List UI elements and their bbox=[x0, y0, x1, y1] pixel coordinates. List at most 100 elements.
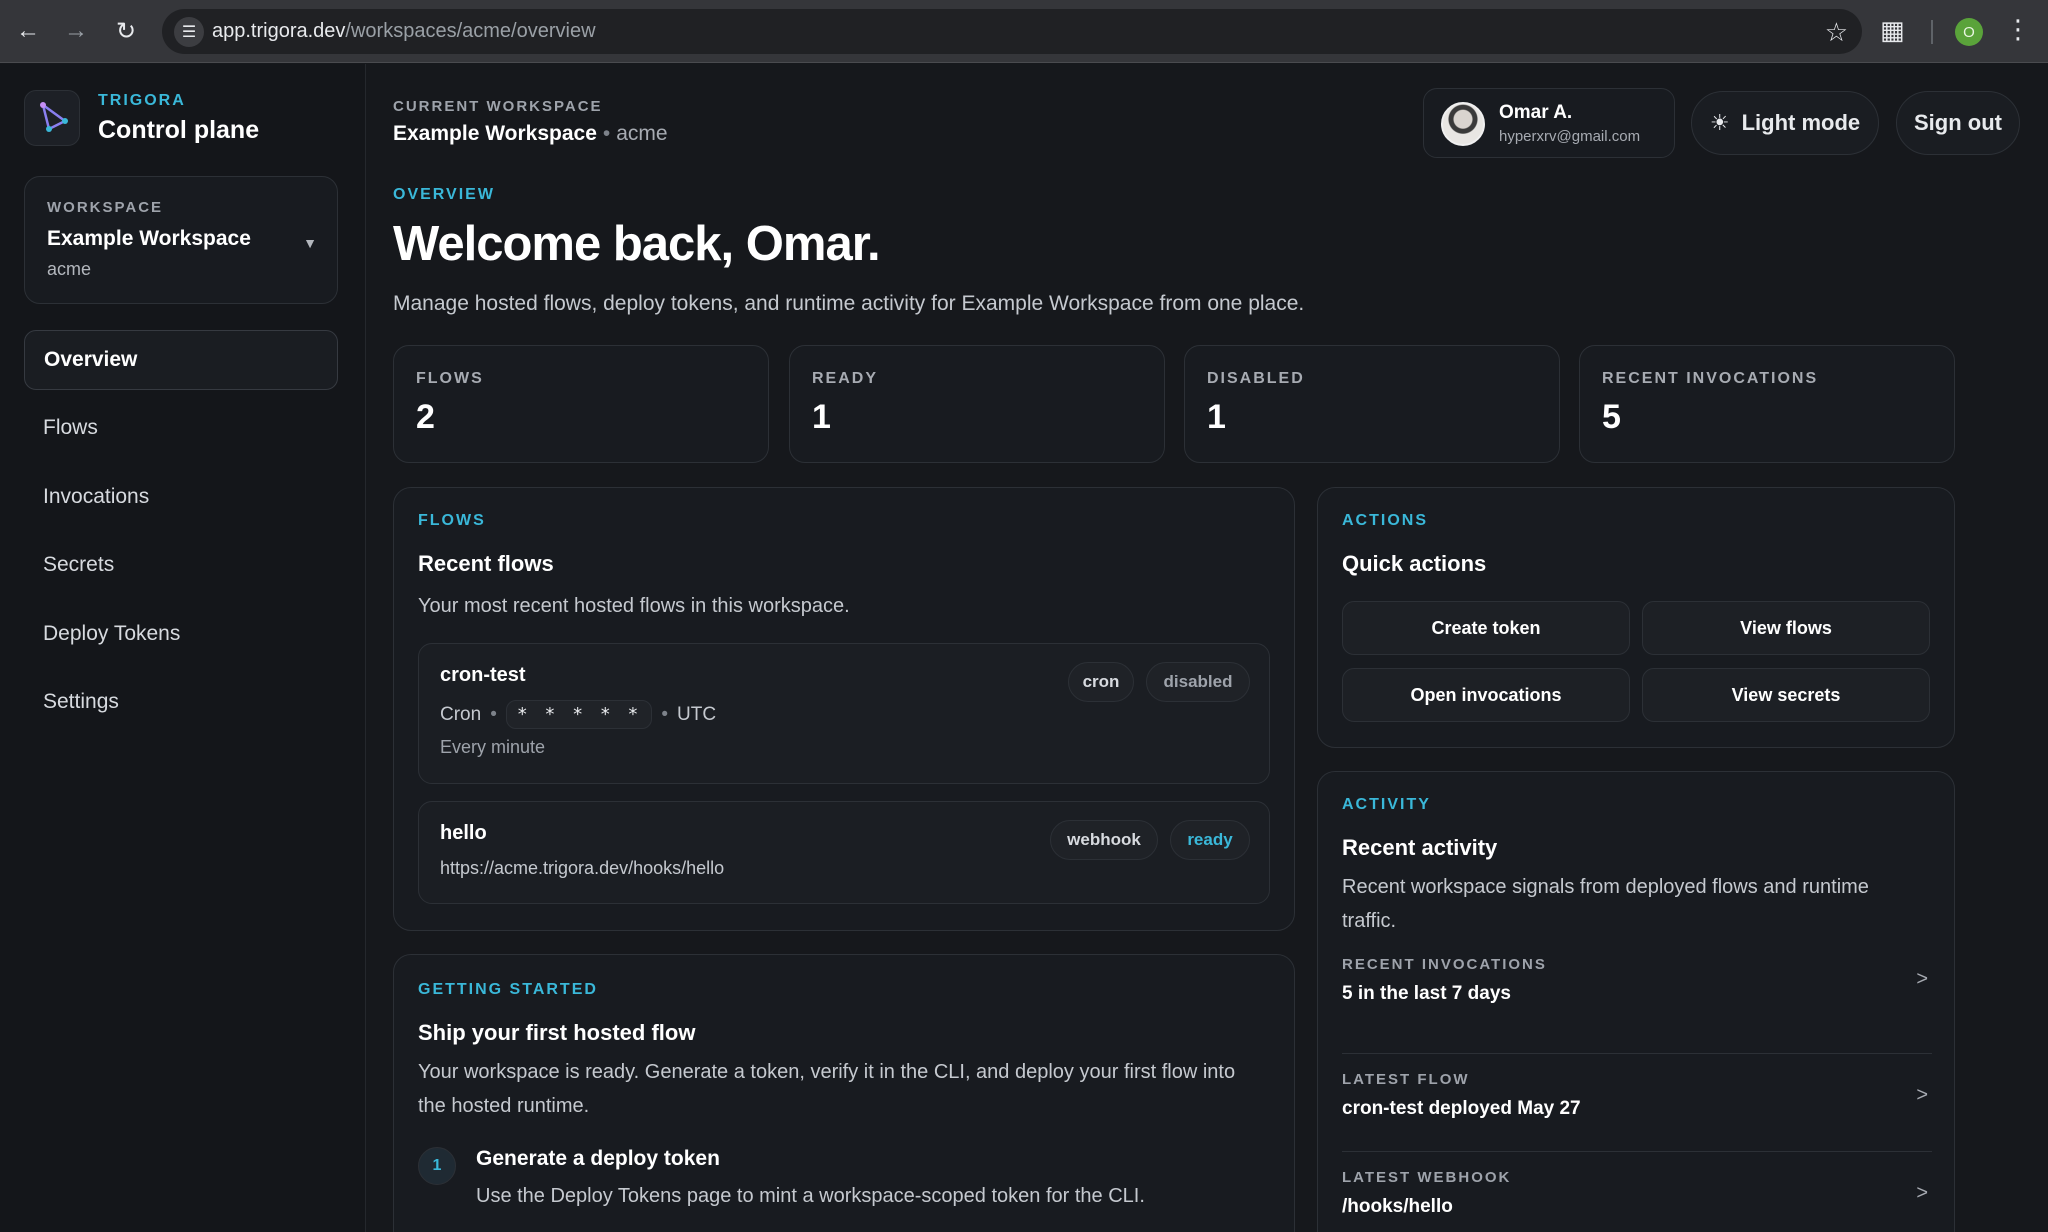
chevron-down-icon: ▼ bbox=[303, 235, 317, 251]
stat-value: 5 bbox=[1602, 398, 1621, 436]
stat-card-flows: FLOWS 2 bbox=[393, 345, 769, 463]
flows-card-description: Your most recent hosted flows in this wo… bbox=[418, 595, 850, 617]
flow-type-badge: cron bbox=[1068, 662, 1134, 702]
create-token-button[interactable]: Create token bbox=[1342, 601, 1630, 655]
profile-avatar[interactable]: O bbox=[1955, 18, 1983, 46]
current-workspace-slug: acme bbox=[616, 122, 668, 145]
flows-section-label: FLOWS bbox=[418, 512, 486, 529]
sidebar-item-settings[interactable]: Settings bbox=[24, 672, 338, 732]
sign-out-button[interactable]: Sign out bbox=[1896, 91, 2020, 155]
view-secrets-button[interactable]: View secrets bbox=[1642, 668, 1930, 722]
brand-name: TRIGORA bbox=[98, 92, 186, 109]
stat-card-disabled: DISABLED 1 bbox=[1184, 345, 1560, 463]
cron-expression: * * * * * bbox=[505, 700, 653, 729]
separator-dot: • bbox=[602, 122, 611, 145]
workspace-label: WORKSPACE bbox=[47, 199, 164, 216]
flow-item-cron-test[interactable]: cron-test Cron • * * * * * • UTC Every m… bbox=[418, 643, 1270, 784]
getting-started-title: Ship your first hosted flow bbox=[418, 1020, 696, 1045]
activity-row-latest-webhook[interactable]: LATEST WEBHOOK /hooks/hello > bbox=[1342, 1152, 1932, 1232]
user-chip[interactable]: Omar A. hyperxrv@gmail.com bbox=[1423, 88, 1675, 158]
quick-actions-card: ACTIONS Quick actions Create token View … bbox=[1317, 487, 1955, 748]
step-title: Generate a deploy token bbox=[476, 1147, 720, 1170]
flow-item-hello[interactable]: hello https://acme.trigora.dev/hooks/hel… bbox=[418, 801, 1270, 904]
page-title: Welcome back, Omar. bbox=[393, 217, 881, 271]
recent-activity-card: ACTIVITY Recent activity Recent workspac… bbox=[1317, 771, 1955, 1232]
user-avatar bbox=[1441, 102, 1485, 146]
workspace-slug: acme bbox=[47, 259, 92, 279]
address-bar[interactable]: ☰ app.trigora.dev/workspaces/acme/overvi… bbox=[162, 9, 1862, 54]
recent-flows-card: FLOWS Recent flows Your most recent host… bbox=[393, 487, 1295, 931]
getting-started-label: GETTING STARTED bbox=[418, 981, 598, 998]
page-subtitle: Manage hosted flows, deploy tokens, and … bbox=[393, 292, 1305, 315]
activity-card-title: Recent activity bbox=[1342, 835, 1498, 860]
current-workspace-label: CURRENT WORKSPACE bbox=[393, 98, 603, 115]
activity-card-description: Recent workspace signals from deployed f… bbox=[1342, 876, 1869, 932]
chevron-right-icon: > bbox=[1916, 1084, 1928, 1106]
step-description: Use the Deploy Tokens page to mint a wor… bbox=[476, 1185, 1145, 1207]
back-icon[interactable]: ← bbox=[12, 15, 44, 47]
sun-icon: ☀ bbox=[1709, 110, 1730, 135]
step-number: 1 bbox=[418, 1147, 456, 1185]
brand-subtitle: Control plane bbox=[98, 116, 260, 144]
bookmark-star-icon[interactable]: ☆ bbox=[1825, 17, 1848, 48]
sidebar-item-deploy-tokens[interactable]: Deploy Tokens bbox=[24, 604, 338, 664]
separator-dot: • bbox=[661, 703, 669, 725]
getting-started-description: Your workspace is ready. Generate a toke… bbox=[418, 1061, 1236, 1117]
extensions-icon[interactable]: ▦ bbox=[1880, 15, 1905, 46]
sidebar-item-flows[interactable]: Flows bbox=[24, 398, 338, 458]
trigora-logo-icon bbox=[24, 90, 80, 146]
stat-value: 2 bbox=[416, 398, 435, 436]
activity-row-recent-invocations[interactable]: RECENT INVOCATIONS 5 in the last 7 days … bbox=[1342, 956, 1932, 1054]
separator-dot: • bbox=[490, 703, 497, 725]
chevron-right-icon: > bbox=[1916, 1182, 1928, 1204]
flow-schedule: Cron • * * * * * • UTC bbox=[440, 700, 716, 729]
current-workspace: Example Workspace • acme bbox=[393, 122, 668, 146]
browser-toolbar: ← → ↻ ☰ app.trigora.dev/workspaces/acme/… bbox=[0, 0, 2048, 63]
flow-name: hello bbox=[440, 822, 487, 844]
flow-status-badge: ready bbox=[1170, 820, 1250, 860]
light-mode-label: Light mode bbox=[1741, 110, 1861, 135]
activity-value: /hooks/hello bbox=[1342, 1196, 1453, 1217]
flow-schedule-description: Every minute bbox=[440, 737, 546, 757]
stat-label: RECENT INVOCATIONS bbox=[1602, 370, 1819, 387]
actions-section-label: ACTIONS bbox=[1342, 512, 1428, 529]
browser-menu-icon[interactable]: ⋮ bbox=[2005, 14, 2031, 45]
activity-value: cron-test deployed May 27 bbox=[1342, 1098, 1581, 1119]
stat-label: FLOWS bbox=[416, 370, 484, 387]
flow-webhook-url: https://acme.trigora.dev/hooks/hello bbox=[440, 858, 725, 878]
workspace-switcher[interactable]: WORKSPACE Example Workspace acme ▼ bbox=[24, 176, 338, 304]
light-mode-button[interactable]: ☀ Light mode bbox=[1691, 91, 1879, 155]
chevron-right-icon: > bbox=[1916, 968, 1928, 990]
getting-started-card: GETTING STARTED Ship your first hosted f… bbox=[393, 954, 1295, 1232]
site-settings-icon[interactable]: ☰ bbox=[174, 17, 204, 47]
activity-label: LATEST WEBHOOK bbox=[1342, 1169, 1512, 1186]
forward-icon[interactable]: → bbox=[60, 15, 92, 47]
flow-type: Cron bbox=[440, 703, 482, 725]
url-text[interactable]: app.trigora.dev/workspaces/acme/overview bbox=[212, 20, 596, 43]
stat-card-recent-invocations: RECENT INVOCATIONS 5 bbox=[1579, 345, 1955, 463]
sidebar-item-invocations[interactable]: Invocations bbox=[24, 467, 338, 527]
reload-icon[interactable]: ↻ bbox=[110, 15, 142, 47]
sidebar-item-secrets[interactable]: Secrets bbox=[24, 535, 338, 595]
current-workspace-name: Example Workspace bbox=[393, 122, 597, 145]
activity-section-label: ACTIVITY bbox=[1342, 796, 1431, 813]
flow-status-badge: disabled bbox=[1146, 662, 1250, 702]
flow-name: cron-test bbox=[440, 664, 526, 686]
actions-card-title: Quick actions bbox=[1342, 551, 1487, 576]
activity-value: 5 in the last 7 days bbox=[1342, 983, 1511, 1004]
stat-label: READY bbox=[812, 370, 879, 387]
toolbar-divider bbox=[1931, 20, 1933, 44]
stat-value: 1 bbox=[1207, 398, 1226, 436]
open-invocations-button[interactable]: Open invocations bbox=[1342, 668, 1630, 722]
stat-value: 1 bbox=[812, 398, 831, 436]
view-flows-button[interactable]: View flows bbox=[1642, 601, 1930, 655]
flow-type-badge: webhook bbox=[1050, 820, 1158, 860]
overview-label: OVERVIEW bbox=[393, 186, 495, 203]
activity-row-latest-flow[interactable]: LATEST FLOW cron-test deployed May 27 > bbox=[1342, 1054, 1932, 1152]
flow-timezone: UTC bbox=[677, 703, 717, 725]
activity-label: RECENT INVOCATIONS bbox=[1342, 956, 1547, 973]
stat-label: DISABLED bbox=[1207, 370, 1305, 387]
flows-card-title: Recent flows bbox=[418, 551, 554, 576]
activity-label: LATEST FLOW bbox=[1342, 1071, 1470, 1088]
sidebar-item-overview[interactable]: Overview bbox=[24, 330, 338, 390]
